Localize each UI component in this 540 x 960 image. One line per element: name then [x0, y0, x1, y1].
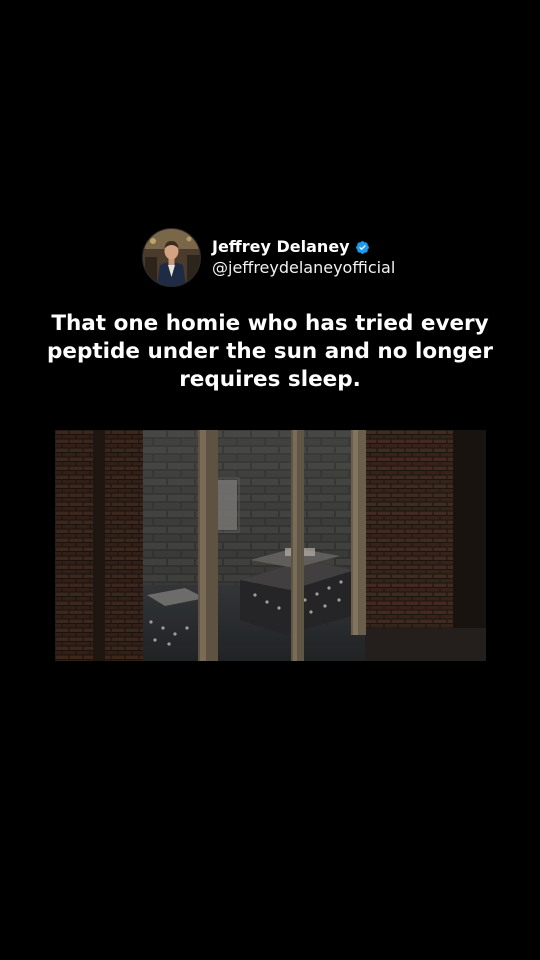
- post-video[interactable]: [55, 430, 486, 661]
- author-name[interactable]: Jeffrey Delaney: [212, 237, 350, 256]
- author-handle[interactable]: @jeffreydelaneyofficial: [212, 258, 395, 277]
- avatar[interactable]: [142, 228, 201, 287]
- verified-badge-icon: [355, 240, 370, 255]
- post-caption: That one homie who has tried every pepti…: [47, 311, 493, 392]
- video-frame: [55, 430, 486, 661]
- post-author[interactable]: Jeffrey Delaney @jeffreydelaneyofficial: [142, 228, 395, 287]
- author-name-row: Jeffrey Delaney: [212, 237, 395, 256]
- post-screen: Jeffrey Delaney @jeffreydelaneyofficial …: [0, 0, 540, 960]
- avatar-image: [143, 229, 200, 286]
- author-text: Jeffrey Delaney @jeffreydelaneyofficial: [212, 237, 395, 277]
